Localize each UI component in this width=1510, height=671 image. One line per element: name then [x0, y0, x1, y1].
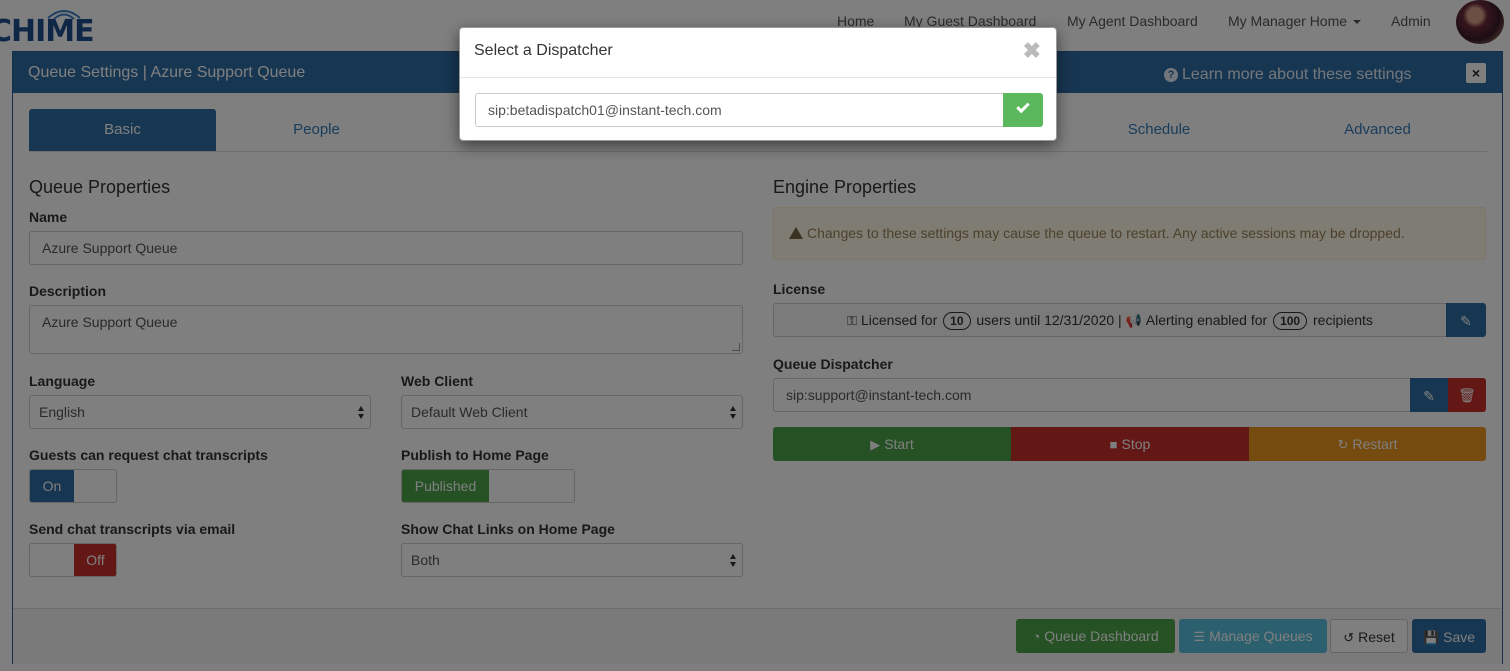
modal-close-icon[interactable]: ✖ [1023, 40, 1041, 62]
modal-header: Select a Dispatcher ✖ [460, 28, 1056, 78]
dispatcher-sip-input[interactable]: sip:betadispatch01@instant-tech.com [475, 93, 1004, 127]
select-dispatcher-modal: Select a Dispatcher ✖ sip:betadispatch01… [459, 27, 1057, 141]
check-icon [1016, 99, 1030, 114]
modal-title: Select a Dispatcher [474, 42, 613, 59]
confirm-dispatcher-button[interactable] [1003, 93, 1043, 127]
